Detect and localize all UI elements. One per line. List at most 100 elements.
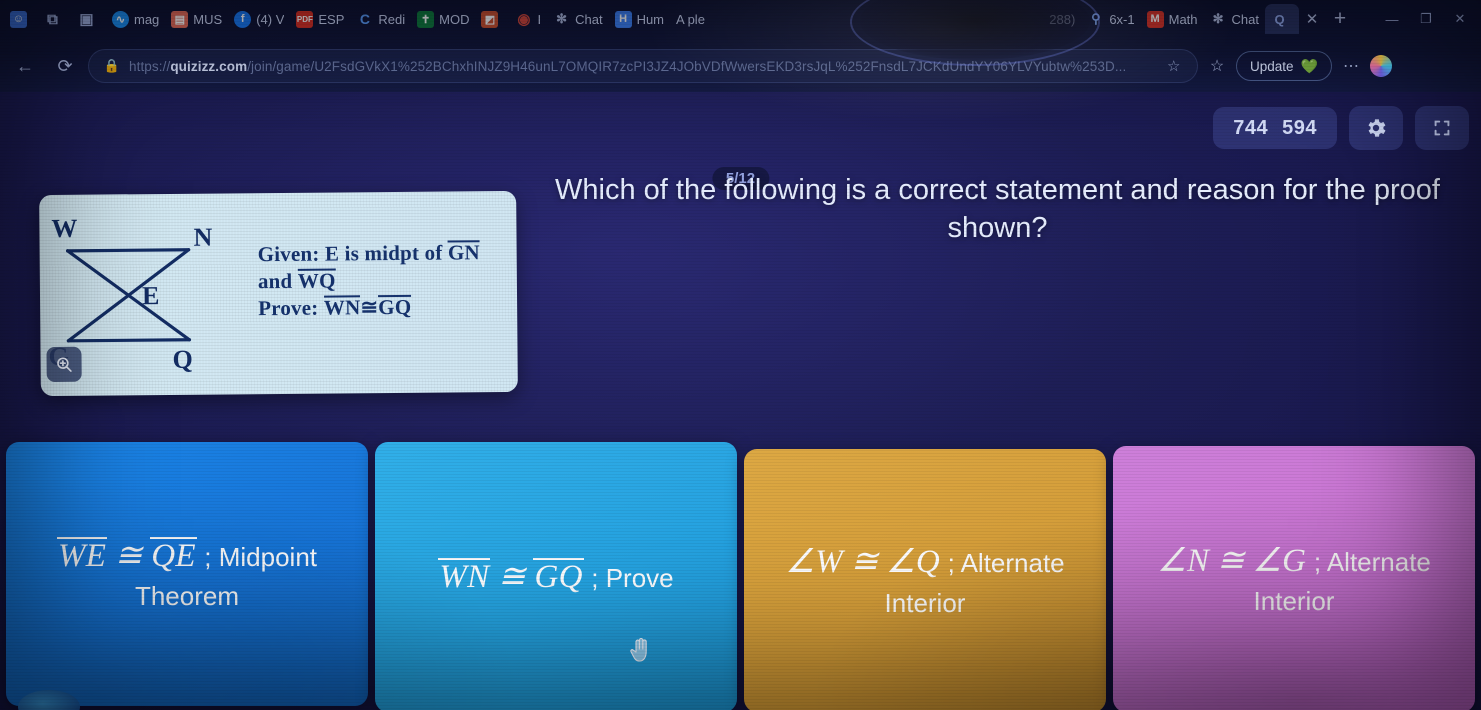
- update-button[interactable]: Update 💚: [1236, 51, 1332, 81]
- quizizz-game-page: 744 594 5/12 W N E Q Given: E is midpt o…: [0, 92, 1481, 710]
- tab-3[interactable]: ∿ mag: [106, 4, 165, 34]
- answer-option-a[interactable]: WE ≅ QE ; Midpoint Theorem: [6, 442, 368, 706]
- messenger-icon: ∿: [112, 10, 129, 28]
- cross-icon: ✝: [417, 10, 435, 28]
- tab-label: (4) V: [256, 11, 285, 27]
- update-label: Update: [1250, 58, 1294, 74]
- answer-b-seg2: GQ: [533, 557, 584, 595]
- tab-label: Math: [1168, 11, 1198, 27]
- lock-icon: 🔒: [103, 58, 121, 73]
- tab-13[interactable]: A ple: [670, 4, 711, 34]
- tab-10[interactable]: ◉ I: [509, 4, 547, 34]
- window-controls: — ❐ ✕: [1357, 11, 1481, 27]
- vertex-label-E: E: [142, 281, 160, 310]
- tab-4[interactable]: ▤ MUS: [165, 4, 228, 34]
- answer-b-content: WN ≅ GQ ; Prove: [438, 555, 674, 600]
- browser-chrome: ☺ ⧉ ▣ ∿ mag ▤ MUS f (4) V PDF ESP C Redi ✝ MOD…: [0, 0, 1481, 92]
- person-icon: ☺: [10, 10, 27, 28]
- gear-icon: [1368, 119, 1386, 137]
- prove-segment-wn: WN: [323, 295, 361, 320]
- given-segment-gn: GN: [447, 240, 480, 265]
- answer-a-seg1: WE: [56, 536, 108, 574]
- answer-b-seg1: WN: [438, 557, 491, 595]
- search-icon: ⚲: [1091, 11, 1101, 26]
- record-icon: ◉: [517, 11, 531, 28]
- tab-17[interactable]: ✻ Chat: [1204, 4, 1265, 34]
- tab-14[interactable]: 288): [1043, 4, 1081, 34]
- tab-label: Chat: [1231, 11, 1259, 27]
- tab-9[interactable]: ◩: [475, 4, 509, 34]
- tab-1[interactable]: ⧉: [38, 4, 72, 34]
- answer-option-c[interactable]: ∠W ≅ ∠Q ; Alternate Interior: [744, 449, 1106, 710]
- window-icon: ▣: [79, 11, 94, 28]
- answer-b-reason: ; Prove: [591, 562, 674, 593]
- fullscreen-button[interactable]: [1415, 106, 1469, 150]
- answer-c-seg1: ∠W: [785, 544, 844, 580]
- tab-5[interactable]: f (4) V: [228, 4, 290, 34]
- photo-icon: ◩: [481, 10, 499, 28]
- tab-16[interactable]: M Math: [1141, 4, 1204, 34]
- tab-7[interactable]: C Redi: [350, 4, 411, 34]
- openai-icon: ✻: [556, 11, 568, 26]
- answer-d-cong: ≅: [1216, 542, 1245, 579]
- vertex-label-Q: Q: [172, 345, 192, 374]
- prove-prefix: Prove:: [258, 295, 324, 320]
- close-tab-icon[interactable]: ✕: [1299, 6, 1325, 32]
- settings-gear-button[interactable]: [1349, 106, 1403, 150]
- answer-d-seg1: ∠N: [1157, 542, 1210, 579]
- given-prefix: Given: E is midpt of: [257, 240, 449, 267]
- given-segment-wq: WQ: [297, 268, 336, 293]
- minimize-icon[interactable]: —: [1383, 12, 1401, 27]
- address-bar[interactable]: 🔒 https://quizizz.com/join/game/U2FsdGVk…: [88, 49, 1198, 83]
- avatar[interactable]: [1369, 55, 1392, 77]
- answer-option-b[interactable]: WN ≅ GQ ; Prove: [375, 442, 737, 710]
- collections-icon[interactable]: ☆: [1204, 56, 1230, 76]
- answer-c-seg2: ∠Q: [886, 544, 941, 580]
- zoom-in-icon[interactable]: [46, 346, 82, 383]
- pdf-icon: PDF: [296, 10, 314, 28]
- new-tab-icon[interactable]: +: [1327, 6, 1353, 32]
- tab-label: MOD: [439, 11, 470, 27]
- tab-label: Chat: [575, 11, 603, 27]
- tab-label: ESP: [318, 11, 345, 27]
- congruent-symbol: ≅: [360, 294, 379, 320]
- url-scheme: https://: [129, 58, 171, 74]
- tab-0[interactable]: ☺: [4, 4, 38, 34]
- tab-label: mag: [134, 11, 160, 27]
- question-text: Which of the following is a correct stat…: [555, 174, 1440, 244]
- tab-6[interactable]: PDF ESP: [290, 4, 350, 34]
- screen-capture: ☺ ⧉ ▣ ∿ mag ▤ MUS f (4) V PDF ESP C Redi ✝ MOD…: [0, 0, 1481, 710]
- tab-actions: ✕ +: [1299, 6, 1357, 32]
- answer-b-cong: ≅: [498, 558, 526, 595]
- openai-icon: ✻: [1212, 11, 1224, 26]
- reload-icon[interactable]: ⟳: [48, 49, 82, 83]
- answer-option-d[interactable]: ∠N ≅ ∠G ; Alternate Interior: [1113, 446, 1475, 710]
- back-icon[interactable]: ←: [8, 49, 42, 83]
- restore-icon[interactable]: ❐: [1417, 11, 1435, 27]
- fullscreen-icon: [1434, 120, 1450, 136]
- tab-15[interactable]: ⚲ 6x-1: [1081, 4, 1140, 34]
- answer-d-seg2: ∠G: [1252, 542, 1307, 579]
- close-window-icon[interactable]: ✕: [1451, 11, 1469, 27]
- canvas-icon: C: [359, 11, 370, 27]
- bookmark-star-icon[interactable]: ☆: [1167, 57, 1185, 75]
- tab-8[interactable]: ✝ MOD: [411, 4, 475, 34]
- more-options-icon[interactable]: ⋯: [1338, 56, 1364, 76]
- answer-a-cong: ≅: [114, 537, 143, 574]
- score-right: 594: [1282, 116, 1317, 139]
- url-domain: quizizz.com: [170, 58, 248, 74]
- tab-18-active-quizizz[interactable]: Q: [1265, 4, 1299, 34]
- vertex-label-W: W: [51, 214, 77, 243]
- given-line-1: Given: E is midpt of GN: [258, 239, 480, 268]
- question-image-card[interactable]: W N E G Q Given: E is midpt of GN and WQ…: [39, 190, 518, 397]
- answer-c-content: ∠W ≅ ∠Q ; Alternate Interior: [762, 540, 1088, 621]
- tab-label: Hum: [636, 11, 665, 27]
- magnifier-plus-icon: [57, 357, 72, 372]
- tab-11[interactable]: ✻ Chat: [547, 4, 608, 34]
- tab-12[interactable]: H Hum: [609, 4, 670, 34]
- prove-line: Prove: WN≅GQ: [258, 293, 480, 322]
- tab-2[interactable]: ▣: [72, 4, 106, 34]
- given-and: and: [257, 268, 298, 294]
- url-text: https://quizizz.com/join/game/U2FsdGVkX1…: [129, 59, 1159, 74]
- tab-label: 6x-1: [1109, 11, 1135, 27]
